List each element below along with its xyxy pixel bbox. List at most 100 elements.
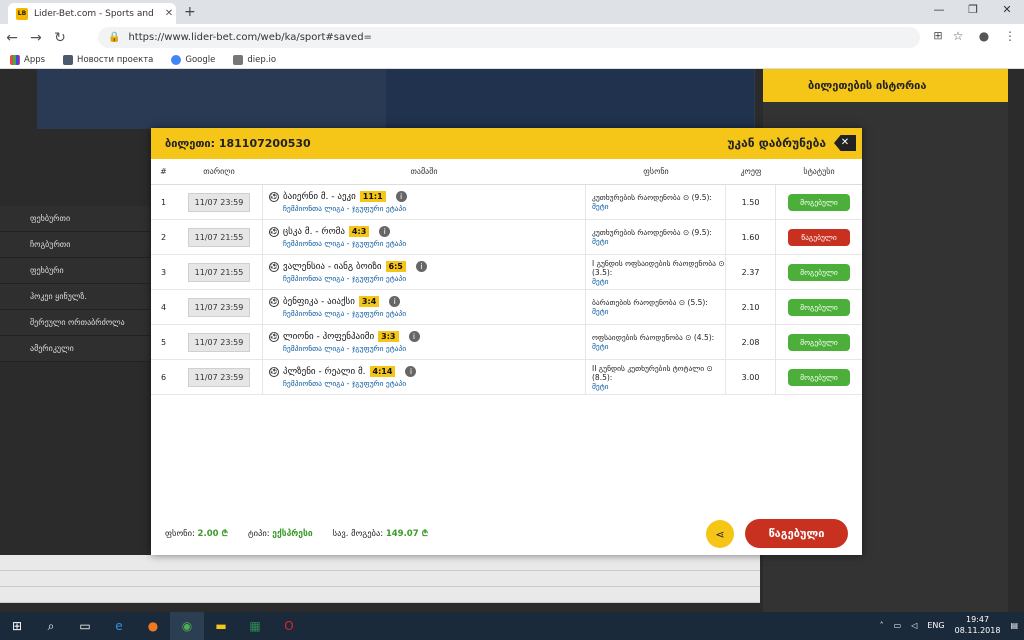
status-cell: მოგებული	[776, 298, 862, 316]
close-icon[interactable]: ✕	[834, 135, 856, 151]
league-name: ჩემპიონთა ლიგა - ჯგუფური ეტაპი	[283, 309, 407, 318]
background-odds-row[interactable]	[0, 555, 760, 571]
excel-icon[interactable]: ▦	[238, 612, 272, 640]
system-tray: ˄ ▭ ◁ ENG 19:47 08.11.2018 ▤	[880, 614, 1018, 636]
apps-icon	[10, 54, 20, 65]
match-name[interactable]: ბაიერნი მ. - აეკი	[283, 192, 356, 202]
bookmark-label: diep.io	[247, 54, 277, 65]
status-cell: წაგებული	[776, 228, 862, 246]
bet-selection: მეტი	[592, 237, 609, 246]
chevron-up-icon[interactable]: ˄	[880, 621, 884, 630]
row-date: 11/07 23:59	[187, 367, 251, 387]
new-tab-icon[interactable]: +	[184, 4, 196, 20]
bet-market: I გუნდის ოფსაიდების რაოდენობა ⊙ (3.5):	[592, 258, 725, 277]
league-name: ჩემპიონთა ლიგა - ჯგუფური ეტაპი	[283, 239, 407, 248]
match-cell: ⚽ ბენფიკა - აიაქსი 3:4 i ჩემპიონთა ლიგა - ჯგ…	[262, 289, 586, 325]
profile-icon[interactable]: ●	[972, 29, 996, 43]
status-badge[interactable]: წაგებული	[788, 228, 850, 246]
col-match: თამაში	[410, 167, 438, 176]
league-name: ჩემპიონთა ლიგა - ჯგუფური ეტაპი	[283, 204, 407, 213]
language-indicator[interactable]: ENG	[927, 621, 944, 630]
row-number: 3	[160, 267, 167, 277]
match-name[interactable]: ვალენსია - იანგ ბოიზი	[283, 262, 382, 272]
share-icon[interactable]: ⋖	[706, 520, 734, 548]
league-name: ჩემპიონთა ლიგა - ჯგუფური ეტაპი	[283, 344, 407, 353]
info-icon[interactable]: i	[415, 261, 427, 272]
sport-item-hockey[interactable]: ჰოკეი ყინულზ.	[0, 284, 150, 310]
row-date: 11/07 23:59	[187, 192, 251, 212]
info-icon[interactable]: i	[395, 191, 407, 202]
total-value: 149.07 ₾	[385, 529, 429, 539]
match-line: ⚽ ბენფიკა - აიაქსი 3:4 i	[269, 296, 585, 307]
opera-icon[interactable]: O	[272, 612, 306, 640]
clock-time: 19:47	[966, 615, 990, 624]
bookmark-news[interactable]: Новости проекта	[63, 54, 153, 65]
address-bar[interactable]: 🔒 https://www.lider-bet.com/web/ka/sport…	[98, 27, 920, 48]
restore-icon[interactable]: ❐	[958, 3, 988, 16]
match-name[interactable]: ბენფიკა - აიაქსი	[283, 297, 355, 307]
bet-cell: ოფსაიდების რაოდენობა ⊙ (4.5): მეტი	[586, 324, 726, 360]
volume-icon[interactable]: ◁	[911, 621, 917, 630]
sport-item-american[interactable]: ამერიკული	[0, 336, 150, 362]
window-close-icon[interactable]: ✕	[992, 3, 1022, 16]
bookmark-apps[interactable]: Apps	[10, 54, 45, 65]
sport-item-3[interactable]: ფეხბური	[0, 258, 150, 284]
minimize-icon[interactable]: —	[924, 3, 954, 16]
sport-item-football[interactable]: ფეხბურთი	[0, 206, 150, 232]
explorer-icon[interactable]: ▬	[204, 612, 238, 640]
col-status: სტატუსი	[803, 167, 835, 176]
info-icon[interactable]: i	[389, 296, 401, 307]
ticket-row: 4 11/07 23:59 ⚽ ბენფიკა - აიაქსი 3:4 i ჩემპიონ…	[151, 289, 862, 325]
network-icon[interactable]: ▭	[894, 621, 902, 630]
menu-icon[interactable]: ⋮	[998, 29, 1022, 43]
chrome-icon[interactable]: ◉	[170, 612, 204, 640]
result-button[interactable]: წაგებული	[745, 519, 848, 548]
background-odds-row[interactable]	[0, 571, 760, 587]
promo-banner-football[interactable]	[386, 69, 754, 129]
reload-icon[interactable]: ↻	[48, 30, 72, 46]
task-view-icon[interactable]: ▭	[68, 612, 102, 640]
soccer-ball-icon: ⚽	[269, 261, 279, 272]
bookmarks-bar: Apps Новости проекта Google diep.io	[0, 51, 1024, 69]
bet-history-header[interactable]: ბილეთების ისტორია	[763, 69, 1008, 102]
star-icon[interactable]: ☆	[946, 29, 970, 43]
search-icon[interactable]: ⌕	[34, 612, 68, 640]
match-name[interactable]: ცსკა მ. - რომა	[283, 227, 345, 237]
tab-title: Lider-Bet.com - Sports and Casi	[34, 8, 156, 19]
match-name[interactable]: პლზენი - რეალი მ.	[283, 367, 366, 377]
bet-market: ბარათების რაოდენობა ⊙ (5.5):	[592, 298, 708, 307]
close-tab-icon[interactable]: ✕	[162, 8, 176, 19]
edge-icon[interactable]: e	[102, 612, 136, 640]
windows-start-icon[interactable]: ⊞	[0, 612, 34, 640]
bookmark-diep[interactable]: diep.io	[233, 54, 277, 65]
status-badge[interactable]: მოგებული	[788, 368, 850, 386]
background-odds-row[interactable]	[0, 587, 760, 603]
row-number: 2	[160, 232, 167, 242]
browser-tab[interactable]: LB Lider-Bet.com - Sports and Casi ✕	[8, 3, 176, 24]
info-icon[interactable]: i	[379, 226, 391, 237]
odd-value: 1.60	[726, 219, 776, 255]
forward-icon[interactable]: →	[24, 30, 48, 46]
info-icon[interactable]: i	[408, 331, 420, 342]
status-badge[interactable]: მოგებული	[788, 298, 850, 316]
status-badge[interactable]: მოგებული	[788, 333, 850, 351]
clock[interactable]: 19:47 08.11.2018	[955, 614, 1001, 636]
status-badge[interactable]: მოგებული	[788, 193, 850, 211]
status-cell: მოგებული	[776, 333, 862, 351]
ticket-row: 2 11/07 21:55 ⚽ ცსკა მ. - რომა 4:3 i ჩემპიონთა…	[151, 219, 862, 255]
bet-market: II გუნდის კუთხურების ტოტალი ⊙ (8.5):	[592, 363, 713, 382]
info-icon[interactable]: i	[405, 366, 417, 377]
row-date-cell: 11/07 23:59	[176, 297, 262, 317]
status-cell: მოგებული	[776, 193, 862, 211]
row-date-cell: 11/07 23:59	[176, 332, 262, 352]
back-button[interactable]: უკან დაბრუნება	[727, 136, 826, 150]
lock-icon: 🔒	[108, 32, 121, 43]
back-icon[interactable]: ←	[0, 30, 24, 46]
status-badge[interactable]: მოგებული	[788, 263, 850, 281]
sport-item-tennis[interactable]: ჩოგბურთი	[0, 232, 150, 258]
bookmark-google[interactable]: Google	[171, 54, 215, 65]
notifications-icon[interactable]: ▤	[1010, 621, 1018, 630]
sport-item-mma[interactable]: შერეული ორთაბრძოლა	[0, 310, 150, 336]
firefox-icon[interactable]: ●	[136, 612, 170, 640]
match-name[interactable]: ლიონი - ჰოფენჰაიმი	[283, 332, 374, 342]
